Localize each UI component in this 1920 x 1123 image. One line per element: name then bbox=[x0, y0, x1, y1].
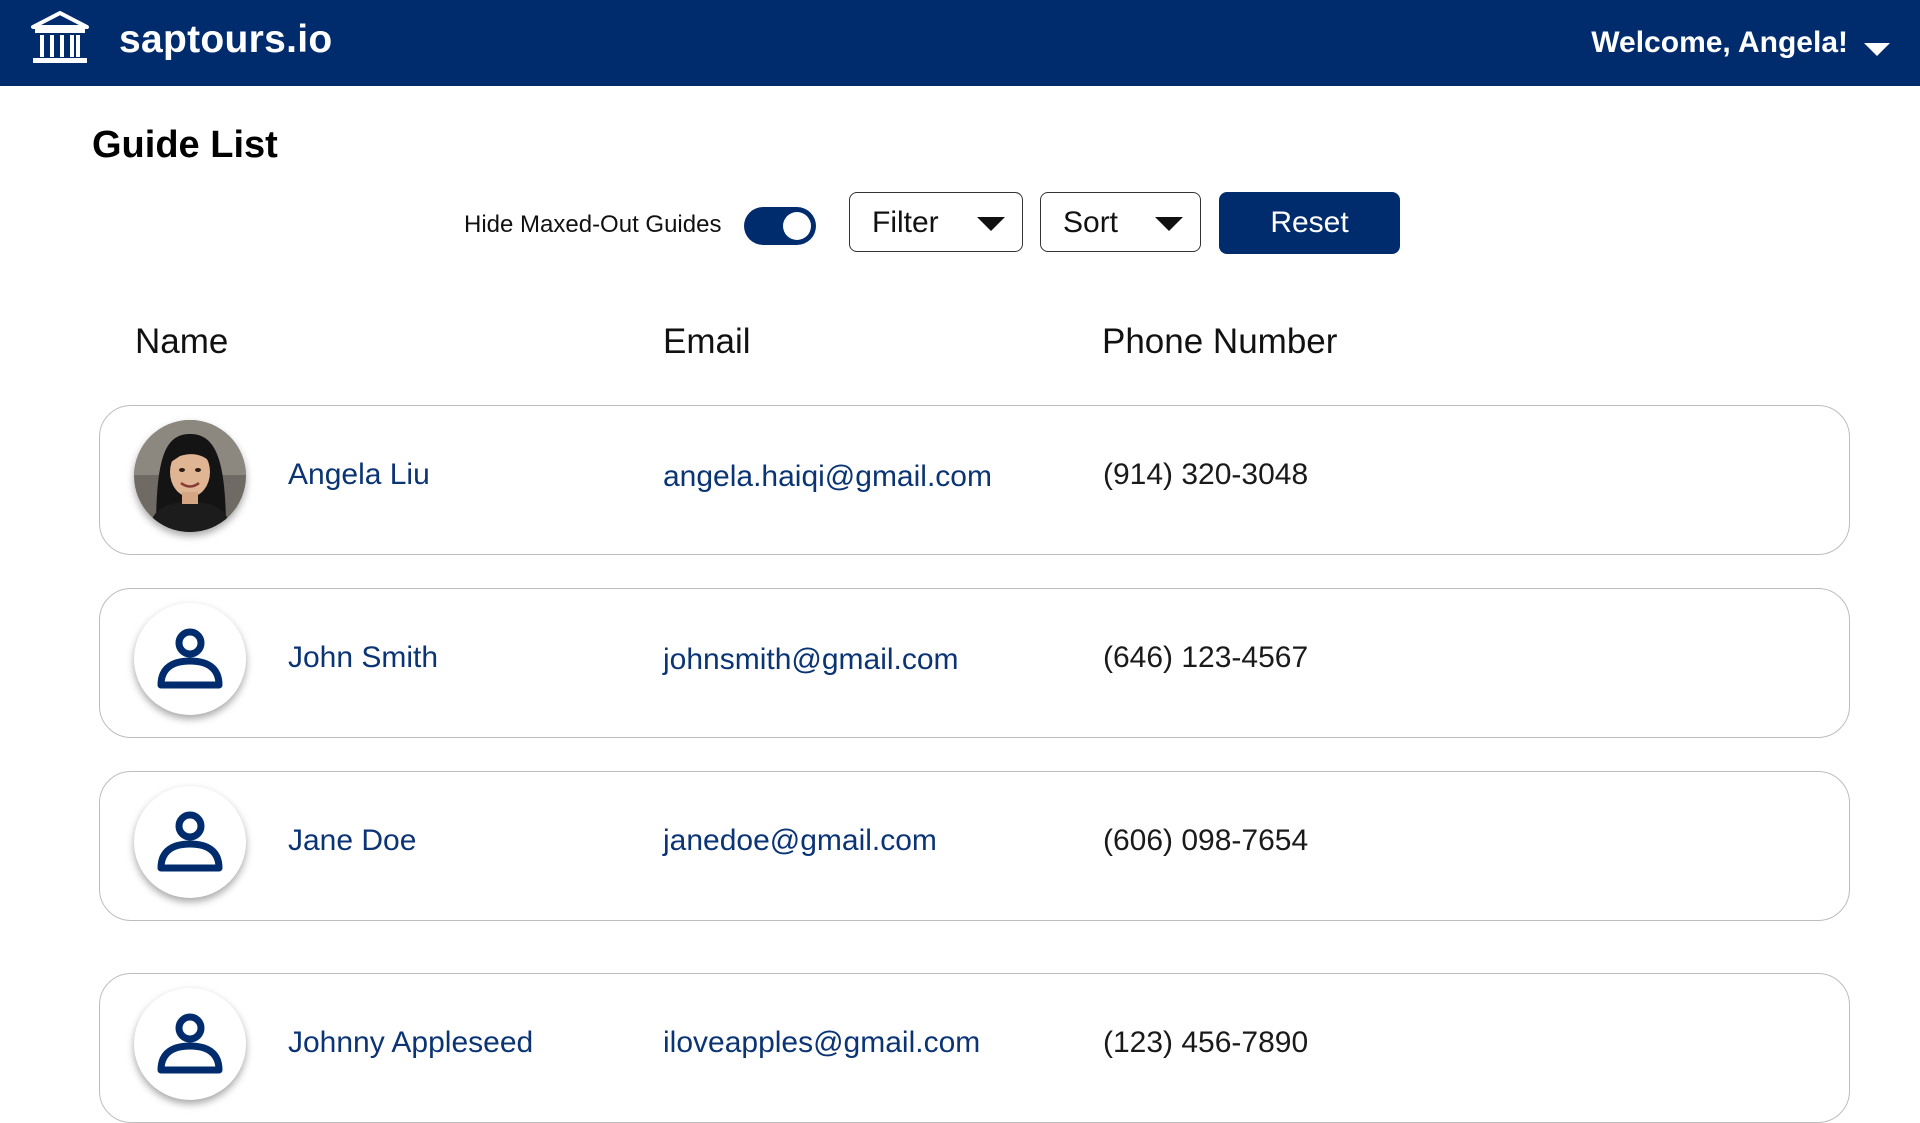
guide-email[interactable]: angela.haiqi@gmail.com bbox=[663, 460, 992, 494]
guide-phone: (646) 123-4567 bbox=[1103, 641, 1309, 674]
avatar bbox=[134, 786, 246, 898]
page-title: Guide List bbox=[92, 124, 278, 166]
guide-phone: (914) 320-3048 bbox=[1103, 458, 1309, 491]
avatar bbox=[134, 988, 246, 1100]
guide-phone: (123) 456-7890 bbox=[1103, 1026, 1309, 1059]
hide-maxed-out-toggle[interactable] bbox=[744, 207, 816, 245]
column-header-email: Email bbox=[663, 322, 751, 361]
guide-phone: (606) 098-7654 bbox=[1103, 824, 1309, 857]
welcome-message[interactable]: Welcome, Angela! bbox=[1591, 26, 1848, 60]
brand-name[interactable]: saptours.io bbox=[119, 18, 333, 62]
user-icon bbox=[157, 1013, 223, 1074]
sort-label: Sort bbox=[1063, 206, 1119, 239]
guide-name[interactable]: Jane Doe bbox=[288, 824, 416, 858]
chevron-down-icon bbox=[1155, 217, 1183, 231]
toggle-label: Hide Maxed-Out Guides bbox=[464, 211, 722, 238]
guide-row[interactable]: Jane Doe janedoe@gmail.com (606) 098-765… bbox=[99, 771, 1850, 921]
avatar bbox=[134, 603, 246, 715]
column-header-name: Name bbox=[135, 322, 229, 361]
toggle-knob bbox=[783, 212, 811, 240]
avatar-photo bbox=[134, 420, 246, 532]
filter-dropdown[interactable]: Filter bbox=[849, 192, 1023, 252]
chevron-down-icon bbox=[977, 217, 1005, 231]
guide-row[interactable]: Angela Liu angela.haiqi@gmail.com (914) … bbox=[99, 405, 1850, 555]
guide-row[interactable]: John Smith johnsmith@gmail.com (646) 123… bbox=[99, 588, 1850, 738]
filter-label: Filter bbox=[872, 206, 939, 239]
guide-row[interactable]: Johnny Appleseed iloveapples@gmail.com (… bbox=[99, 973, 1850, 1123]
guide-email[interactable]: johnsmith@gmail.com bbox=[663, 643, 959, 677]
guide-email[interactable]: janedoe@gmail.com bbox=[663, 824, 937, 858]
user-icon bbox=[157, 628, 223, 689]
reset-button[interactable]: Reset bbox=[1219, 192, 1400, 254]
guide-name[interactable]: Angela Liu bbox=[288, 458, 430, 492]
top-nav-bar: saptours.io Welcome, Angela! bbox=[0, 0, 1920, 86]
guide-name[interactable]: John Smith bbox=[288, 641, 438, 675]
sort-dropdown[interactable]: Sort bbox=[1040, 192, 1201, 252]
guide-email[interactable]: iloveapples@gmail.com bbox=[663, 1026, 980, 1060]
guide-name[interactable]: Johnny Appleseed bbox=[288, 1026, 533, 1060]
caret-down-icon[interactable] bbox=[1862, 40, 1892, 58]
column-header-phone: Phone Number bbox=[1102, 322, 1338, 361]
user-icon bbox=[157, 811, 223, 872]
museum-building-icon[interactable] bbox=[30, 10, 90, 66]
